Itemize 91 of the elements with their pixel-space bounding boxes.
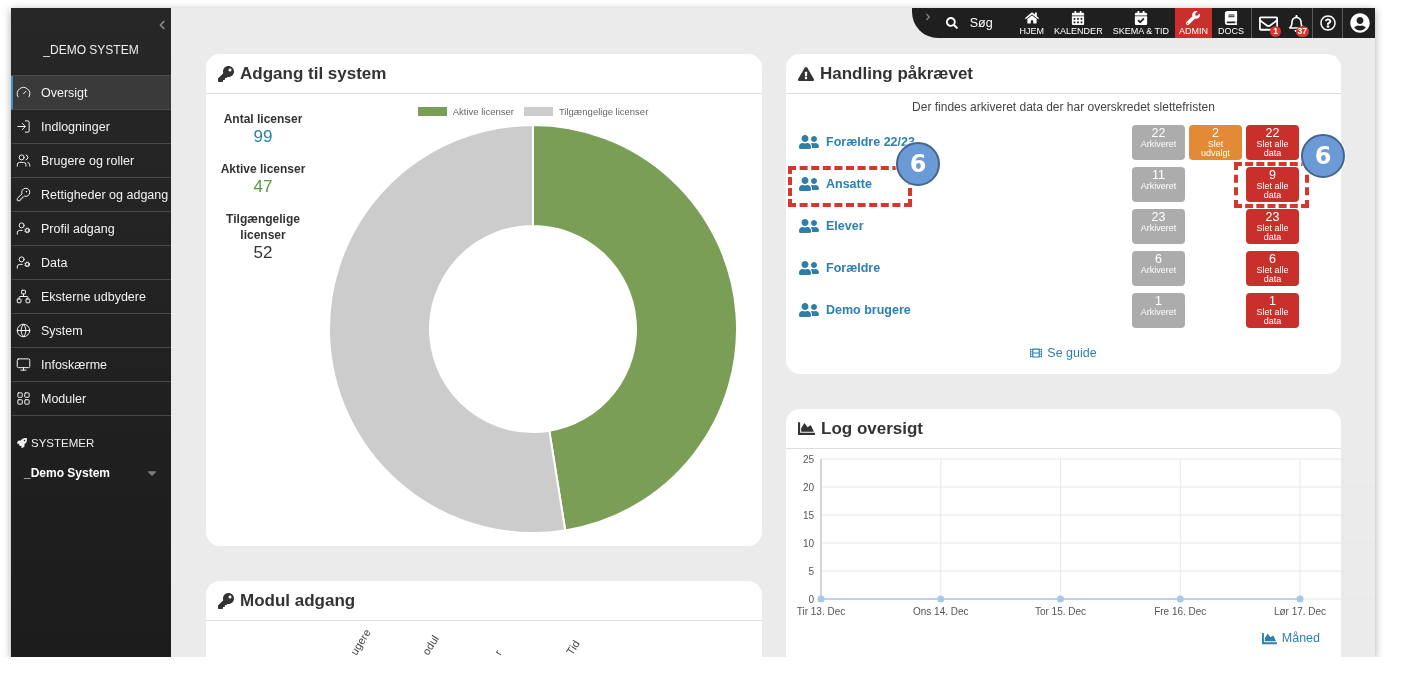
mail-button[interactable]: 1 [1254, 8, 1282, 38]
stat-label: Tilgængelige licenser [225, 211, 301, 243]
y-axis-label: 10 [802, 537, 814, 549]
chevron-left-icon [157, 20, 167, 30]
nav-tab[interactable]: DOCS [1214, 8, 1248, 38]
grid-icon [16, 391, 31, 406]
users-icon [799, 258, 819, 278]
y-axis-label: 25 [802, 453, 814, 465]
legend-label: Aktive licenser [452, 106, 514, 117]
y-axis-label: 0 [808, 593, 814, 605]
login-icon [16, 119, 31, 134]
stat-value: 99 [253, 127, 273, 147]
help-icon [1319, 15, 1336, 31]
x-axis-label: Fre 16. Dec [1154, 606, 1207, 617]
home-icon [1024, 11, 1039, 25]
x-axis-label: Tir 13. Dec [796, 606, 846, 617]
notifications-button[interactable]: 37 [1282, 8, 1310, 38]
search-icon [945, 17, 958, 29]
card-title: Log oversigt [821, 418, 923, 439]
system-title: _DEMO SYSTEM [43, 42, 139, 57]
x-axis-label: Tor 15. Dec [1034, 606, 1087, 617]
legend-label: Tilgængelige licenser [558, 106, 649, 117]
book-icon [1224, 11, 1238, 25]
key-icon [218, 592, 234, 609]
area-chart-icon [1261, 630, 1277, 646]
delete-count-button[interactable]: 23 Slet alle data [1246, 208, 1299, 244]
calendar-icon [1071, 11, 1086, 25]
group-link[interactable]: Ansatte [826, 177, 872, 191]
network-icon [16, 289, 31, 304]
x-axis-label: Ons 14. Dec [912, 606, 969, 617]
user-avatar-icon [1350, 13, 1370, 33]
user-gear-icon [16, 255, 31, 270]
globe-icon [16, 323, 31, 338]
users-icon [799, 300, 819, 320]
stat-label: Antal licenser [223, 111, 303, 127]
stat-value: 47 [253, 177, 273, 197]
system-select[interactable]: _Demo System [11, 462, 171, 484]
nav-tab[interactable]: HJEM [1015, 8, 1049, 38]
search-button[interactable]: Søg [941, 8, 997, 38]
key-icon [16, 187, 31, 202]
column-header: Tid [563, 638, 582, 657]
chevron-right-icon [923, 13, 932, 21]
data-point [1296, 595, 1304, 603]
delete-count-button[interactable]: 9 Slet alle data [1246, 166, 1299, 202]
card-title: Modul adgang [240, 590, 356, 611]
data-point [937, 595, 945, 603]
sidebar-item[interactable]: Oversigt [11, 76, 171, 110]
column-header: r [491, 647, 504, 657]
warning-icon [798, 65, 814, 82]
users-icon [799, 174, 819, 194]
monitor-icon [16, 357, 31, 372]
users-icon [799, 132, 819, 152]
count-badge: 1 [1270, 26, 1281, 37]
y-axis-label: 20 [802, 481, 814, 493]
collapse-button[interactable] [157, 20, 167, 30]
count-badge: 37 [1295, 26, 1309, 37]
calendar-check-icon [1133, 11, 1148, 25]
delete-count-button[interactable]: 1 Slet alle data [1246, 292, 1299, 328]
callout-badge: 6 [1301, 133, 1345, 178]
guide-link[interactable]: Se guide [1030, 345, 1097, 360]
card-title: Adgang til system [240, 63, 387, 84]
nav-tab[interactable]: KALENDER [1050, 8, 1107, 38]
nav-tab[interactable]: SKEMA & TID [1108, 8, 1173, 38]
y-axis-label: 15 [802, 509, 814, 521]
data-point [1176, 595, 1184, 603]
y-axis-label: 5 [808, 565, 814, 577]
data-point [1057, 595, 1064, 603]
group-link[interactable]: Demo brugere [826, 303, 911, 317]
group-link[interactable]: Elever [826, 219, 864, 233]
card-subtitle: Der findes arkiveret data der har overskredet slettefristen [912, 100, 1215, 116]
delete-count-button[interactable]: 6 Slet alle data [1246, 250, 1299, 286]
area-chart-icon [798, 420, 815, 437]
delete-count-button[interactable]: 22 Slet alle data [1246, 124, 1299, 160]
group-link[interactable]: Forældre [826, 261, 881, 275]
gauge-icon [16, 85, 31, 100]
section-heading: SYSTEMER [31, 437, 95, 449]
stat-value: 52 [253, 243, 273, 263]
x-axis-label: Lør 17. Dec [1273, 606, 1327, 617]
envelope-icon [1258, 13, 1278, 33]
users-icon [799, 216, 819, 236]
users-icon [16, 153, 31, 168]
card-title: Handling påkrævet [820, 63, 974, 84]
data-point [817, 595, 825, 603]
user-gear-icon [16, 221, 31, 236]
period-link[interactable]: Måned [1261, 630, 1320, 646]
nav-tab[interactable]: ADMIN [1175, 8, 1212, 38]
key-icon [218, 65, 234, 82]
rocket-icon [17, 438, 27, 448]
film-icon [1030, 346, 1043, 359]
wrench-icon [1186, 11, 1201, 25]
stat-label: Aktive licenser [220, 161, 306, 177]
